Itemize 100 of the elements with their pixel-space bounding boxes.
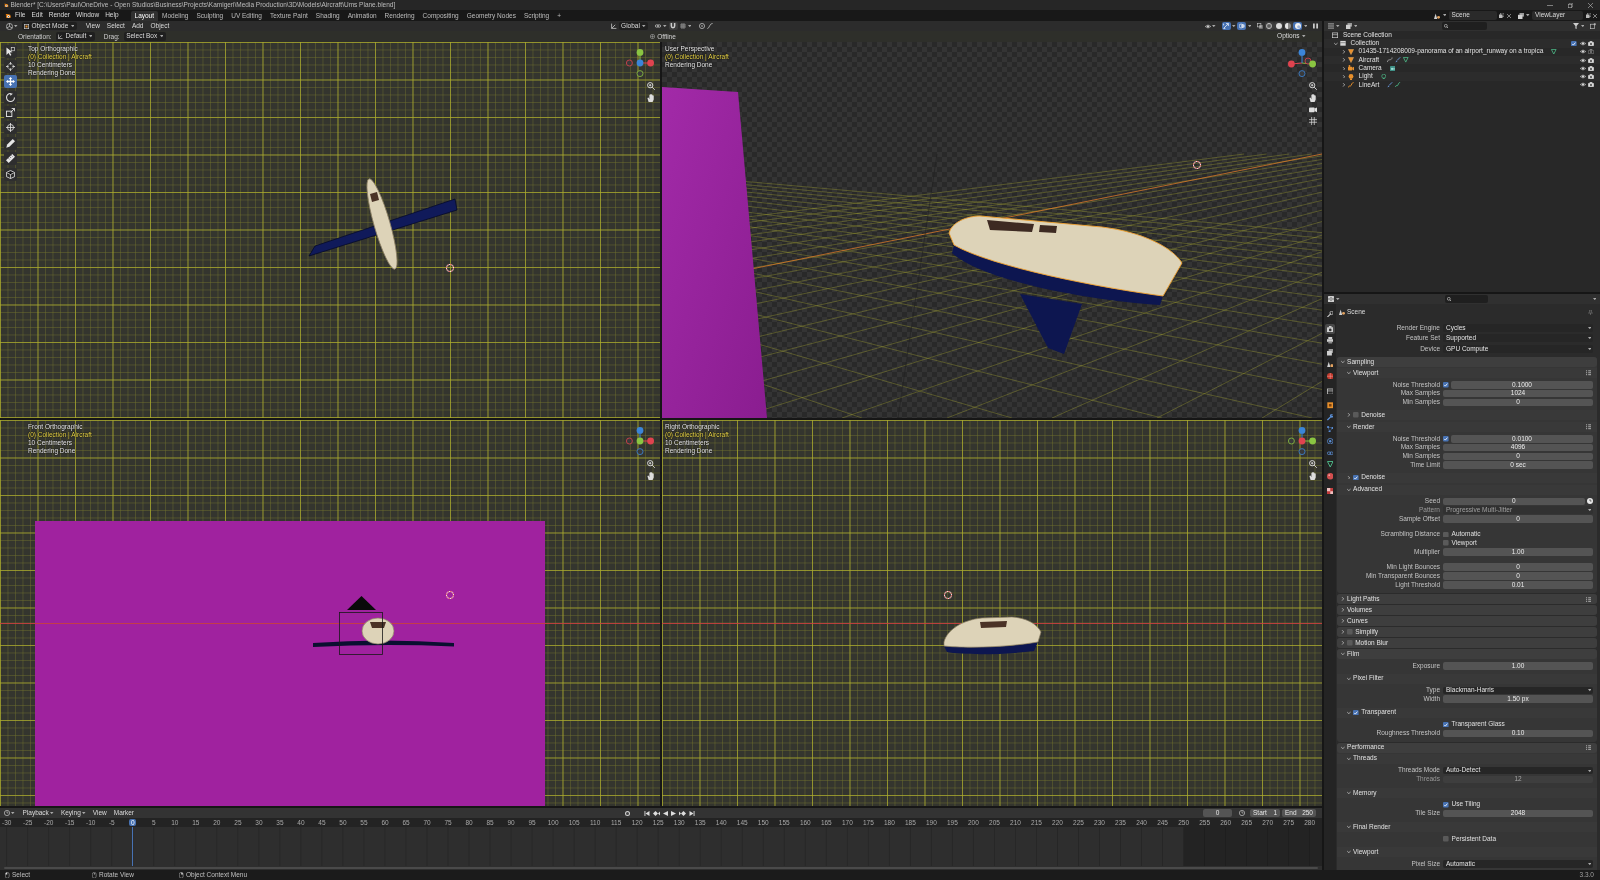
close-icon[interactable] bbox=[1588, 2, 1593, 8]
axes-icon[interactable] bbox=[610, 23, 617, 29]
shading-button[interactable] bbox=[1274, 22, 1283, 30]
list-icon[interactable] bbox=[1585, 370, 1591, 376]
properties-tab[interactable] bbox=[1325, 486, 1335, 497]
box-plus-icon[interactable] bbox=[1590, 23, 1596, 29]
eye-icon[interactable] bbox=[1579, 57, 1586, 63]
properties-tab[interactable] bbox=[1325, 359, 1335, 370]
zoom-icon[interactable] bbox=[1309, 460, 1317, 468]
properties-tab[interactable] bbox=[1325, 385, 1335, 396]
tool-button[interactable] bbox=[4, 167, 17, 181]
axis-gizmo-icon[interactable] bbox=[1288, 49, 1316, 77]
zoom-icon[interactable] bbox=[647, 82, 655, 90]
keyframe-forward-icon[interactable] bbox=[679, 810, 686, 816]
copy-icon[interactable] bbox=[1499, 13, 1504, 18]
skip-back-icon[interactable] bbox=[644, 810, 650, 816]
axis-gizmo-icon[interactable] bbox=[626, 427, 654, 455]
shapes-icon[interactable] bbox=[1434, 12, 1440, 19]
close-icon[interactable] bbox=[1506, 13, 1511, 18]
skip-forward-icon[interactable] bbox=[689, 810, 695, 816]
play-icon[interactable] bbox=[671, 810, 676, 816]
restore-icon[interactable] bbox=[1568, 2, 1573, 8]
gizmo-toggle-button[interactable] bbox=[1221, 22, 1231, 30]
checkbox[interactable] bbox=[1443, 540, 1449, 546]
properties-tab[interactable] bbox=[1325, 323, 1335, 334]
overlay-toggle-button[interactable] bbox=[1237, 22, 1246, 30]
checkbox[interactable] bbox=[1443, 382, 1449, 388]
eye-icon[interactable] bbox=[1579, 40, 1586, 46]
grid-icon[interactable] bbox=[1309, 116, 1317, 125]
tool-button[interactable] bbox=[4, 106, 17, 120]
camera-icon[interactable] bbox=[1309, 105, 1317, 113]
shading-button[interactable] bbox=[1283, 22, 1293, 30]
checkbox[interactable] bbox=[1353, 474, 1359, 481]
properties-tab[interactable] bbox=[1325, 371, 1335, 381]
minimize-icon[interactable] bbox=[1547, 4, 1553, 6]
properties-tab[interactable] bbox=[1325, 412, 1335, 423]
eye-icon[interactable] bbox=[1579, 82, 1586, 88]
zoom-icon[interactable] bbox=[647, 460, 655, 468]
snap-button[interactable] bbox=[668, 22, 678, 30]
properties-tab[interactable] bbox=[1325, 424, 1335, 435]
tool-button[interactable] bbox=[4, 136, 17, 150]
image-stack-icon[interactable] bbox=[1517, 12, 1524, 19]
properties-tab[interactable] bbox=[1325, 459, 1335, 470]
play-reverse-icon[interactable] bbox=[663, 810, 668, 816]
grid-icon[interactable] bbox=[679, 23, 686, 29]
tool-button[interactable] bbox=[4, 90, 17, 104]
tool-button[interactable] bbox=[4, 44, 17, 58]
funnel-icon[interactable] bbox=[1572, 23, 1579, 29]
clock-icon[interactable] bbox=[1239, 810, 1245, 816]
axes-icon[interactable] bbox=[6, 22, 13, 30]
checkbox[interactable] bbox=[1443, 801, 1449, 808]
pause-icon[interactable] bbox=[1313, 23, 1318, 29]
search-field[interactable] bbox=[1444, 295, 1488, 303]
checkbox[interactable] bbox=[1571, 40, 1577, 47]
properties-tab[interactable] bbox=[1325, 309, 1335, 319]
search-field[interactable] bbox=[1442, 22, 1488, 30]
eye-icon[interactable] bbox=[1579, 49, 1586, 55]
tool-button[interactable] bbox=[4, 59, 17, 73]
clock-icon[interactable] bbox=[1587, 498, 1593, 505]
checkbox[interactable] bbox=[1353, 412, 1359, 418]
curve-icon[interactable] bbox=[707, 23, 714, 29]
clock-icon[interactable] bbox=[4, 810, 10, 816]
checkbox[interactable] bbox=[1353, 709, 1359, 716]
link-icon[interactable] bbox=[655, 23, 662, 29]
record-icon[interactable] bbox=[625, 810, 630, 816]
checkbox[interactable] bbox=[1347, 629, 1353, 636]
checkbox[interactable] bbox=[1443, 836, 1449, 842]
close-icon[interactable] bbox=[1593, 13, 1597, 18]
image-stack-icon[interactable] bbox=[1345, 23, 1352, 29]
eye-icon[interactable] bbox=[1579, 65, 1586, 71]
hand-icon[interactable] bbox=[647, 93, 655, 102]
checkbox[interactable] bbox=[1443, 721, 1449, 728]
eye-icon[interactable] bbox=[1204, 23, 1211, 29]
hand-icon[interactable] bbox=[1309, 471, 1317, 480]
eye-icon[interactable] bbox=[1579, 74, 1586, 80]
hand-icon[interactable] bbox=[1309, 93, 1317, 102]
list-icon[interactable] bbox=[1585, 424, 1591, 430]
keyframe-back-icon[interactable] bbox=[653, 810, 660, 816]
axis-gizmo-icon[interactable] bbox=[626, 49, 654, 77]
properties-tab[interactable] bbox=[1325, 471, 1335, 482]
zoom-icon[interactable] bbox=[1309, 82, 1317, 90]
list-icon[interactable] bbox=[1585, 596, 1591, 602]
checkbox[interactable] bbox=[1347, 640, 1353, 647]
ring-icon[interactable] bbox=[699, 23, 706, 29]
squares-icon[interactable] bbox=[1257, 23, 1263, 29]
tool-button[interactable] bbox=[4, 152, 17, 166]
checkbox[interactable] bbox=[1443, 436, 1449, 442]
shading-button[interactable] bbox=[1293, 22, 1302, 30]
list-icon[interactable] bbox=[1585, 745, 1591, 751]
shading-button[interactable] bbox=[1264, 22, 1274, 30]
axis-gizmo-icon[interactable] bbox=[1288, 427, 1316, 455]
properties-tab[interactable] bbox=[1325, 347, 1335, 358]
copy-icon[interactable] bbox=[1585, 13, 1591, 18]
tool-button[interactable] bbox=[4, 75, 17, 89]
hand-icon[interactable] bbox=[647, 471, 655, 480]
frame-ruler[interactable] bbox=[0, 818, 1322, 827]
properties-tab[interactable] bbox=[1325, 335, 1335, 346]
properties-tab[interactable] bbox=[1325, 400, 1335, 411]
tool-button[interactable] bbox=[4, 121, 17, 135]
checkbox[interactable] bbox=[1443, 531, 1449, 538]
